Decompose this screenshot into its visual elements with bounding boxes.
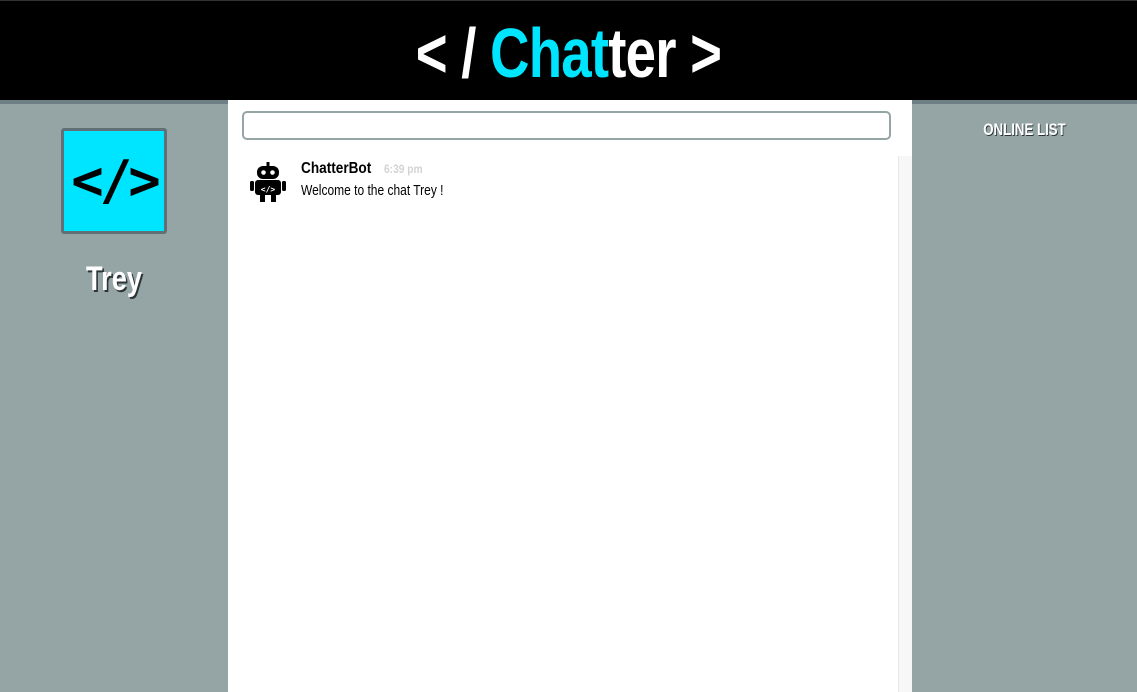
chat-message: </> ChatterBot 6:39 pm Welcome to the ch… <box>250 160 890 208</box>
logo-rest-text: ter <box>608 14 676 92</box>
message-header: ChatterBot 6:39 pm <box>301 160 429 178</box>
message-input[interactable] <box>242 111 891 140</box>
username-label: Trey <box>86 260 142 298</box>
online-list-title: ONLINE LIST <box>983 120 1066 139</box>
logo-close-bracket: > <box>675 14 722 92</box>
message-text: Welcome to the chat Trey ! <box>301 182 444 199</box>
user-avatar: </> <box>61 128 167 234</box>
message-timestamp: 6:39 pm <box>384 162 423 176</box>
app-logo: < / Chatter > <box>125 13 1012 93</box>
online-list-panel: ONLINE LIST <box>912 104 1137 692</box>
message-author: ChatterBot <box>301 160 372 177</box>
chat-scrollbar[interactable] <box>898 156 912 692</box>
code-brackets-icon: </> <box>71 149 161 212</box>
app-header: < / Chatter > <box>0 0 1137 100</box>
logo-open-bracket: < / <box>415 14 491 92</box>
chat-panel: </> ChatterBot 6:39 pm Welcome to the ch… <box>228 100 912 692</box>
logo-accent-text: Chat <box>490 14 609 92</box>
svg-text:</>: </> <box>261 185 276 194</box>
robot-icon: </> <box>250 162 286 202</box>
profile-panel: </> Trey <box>0 104 228 692</box>
